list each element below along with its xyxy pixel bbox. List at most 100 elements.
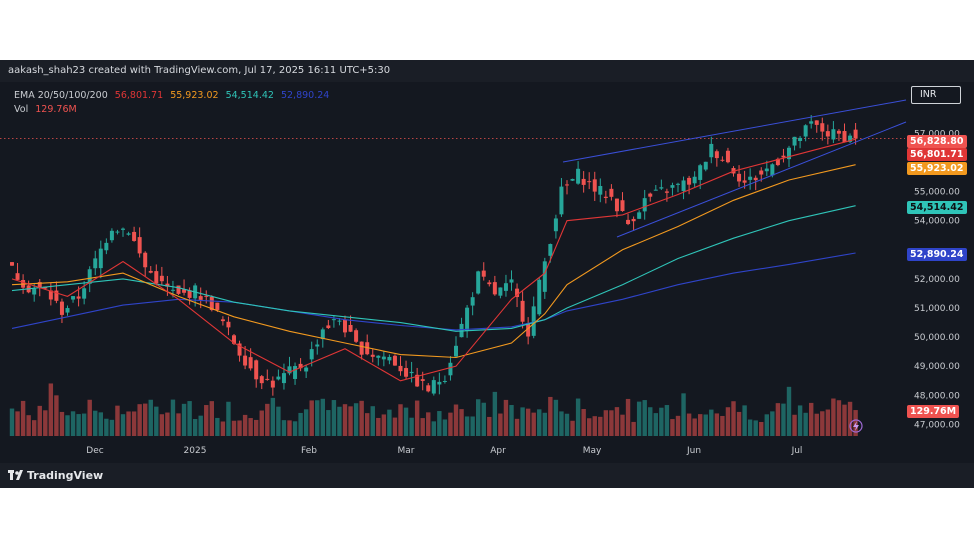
candle-body	[759, 170, 764, 175]
candle-body	[132, 231, 137, 241]
volume-bar	[226, 401, 231, 436]
candle-body	[198, 296, 203, 300]
candle-body	[370, 354, 375, 357]
volume-bar	[76, 414, 81, 436]
ema50-legend-value: 55,923.02	[170, 90, 219, 101]
candle-body	[842, 131, 847, 143]
candle-body	[293, 366, 298, 379]
candle-body	[692, 176, 697, 184]
candle-body	[454, 345, 458, 357]
candle-body	[121, 228, 125, 230]
candle-body	[254, 360, 259, 380]
candle-body	[548, 244, 553, 256]
candle-body	[809, 121, 814, 124]
volume-bar	[403, 407, 409, 436]
ema-legend[interactable]: EMA 20/50/100/200 56,801.71 55,923.02 54…	[14, 90, 329, 101]
volume-bar	[93, 410, 98, 436]
volume-bar	[381, 414, 387, 436]
volume-bar	[492, 391, 498, 436]
candle-body	[215, 302, 220, 310]
volume-bar	[292, 421, 298, 436]
ema50-badge: 55,923.02	[907, 162, 967, 175]
candle-body	[82, 288, 87, 299]
volume-bar	[725, 407, 731, 436]
volume-bar	[120, 414, 126, 436]
volume-bar	[803, 412, 808, 436]
candle-body	[10, 262, 14, 266]
volume-bar	[775, 403, 781, 436]
candle-body	[626, 219, 631, 225]
volume-legend[interactable]: Vol 129.76M	[14, 104, 77, 115]
candle-body	[259, 376, 264, 384]
candle-body	[687, 177, 692, 185]
candle-body	[698, 165, 703, 180]
ema200-line	[11, 252, 856, 331]
volume-bar	[370, 406, 375, 436]
volume-bar	[176, 413, 181, 436]
candle-body	[442, 380, 447, 382]
volume-bar	[625, 398, 631, 436]
volume-bar	[326, 410, 331, 436]
candle-body	[470, 297, 475, 306]
volume-bar	[781, 403, 786, 436]
volume-bar	[820, 411, 825, 436]
volume-bar	[376, 417, 381, 436]
volume-bar	[337, 406, 342, 436]
volume-bar	[620, 414, 625, 436]
volume-bar	[503, 399, 509, 436]
volume-bar	[575, 398, 581, 436]
volume-bar	[598, 416, 603, 436]
candle-body	[476, 271, 481, 294]
volume-bar	[581, 409, 586, 436]
volume-bar	[609, 410, 614, 436]
volume-bar	[437, 411, 442, 436]
ema20-line	[11, 138, 856, 382]
volume-bar	[209, 401, 214, 436]
candle-body	[159, 275, 164, 282]
price-badge: 56,828.80	[907, 135, 967, 148]
x-tick-label: Dec	[86, 446, 103, 456]
candle-body	[176, 285, 181, 294]
channel-lower-line	[616, 121, 907, 238]
y-tick-label: 52,000.00	[914, 275, 960, 285]
candle-body	[331, 319, 336, 321]
currency-selector[interactable]: INR	[911, 86, 961, 104]
candle-body	[631, 218, 636, 222]
candle-body	[343, 319, 347, 333]
candle-body	[392, 355, 397, 366]
volume-bar	[459, 409, 464, 436]
volume-bar	[242, 414, 248, 436]
volume-bar	[126, 411, 131, 436]
candle-body	[115, 231, 120, 233]
volume-bar	[159, 414, 165, 436]
candle-body	[792, 136, 797, 146]
x-tick-label: Mar	[398, 446, 415, 456]
ema20-legend-value: 56,801.71	[114, 90, 164, 101]
candle-body	[487, 282, 492, 285]
volume-bar	[281, 420, 287, 436]
volume-bar	[636, 401, 642, 436]
volume-bar	[198, 415, 203, 436]
volume-bar	[686, 413, 692, 436]
volume-bar	[548, 396, 553, 436]
candle-body	[520, 300, 525, 322]
volume-bar	[681, 393, 686, 436]
candle-body	[426, 385, 431, 392]
volume-bar	[115, 405, 120, 436]
candle-body	[642, 198, 647, 212]
candle-body	[326, 325, 331, 329]
volume-bar	[270, 397, 276, 436]
candle-body	[725, 150, 730, 163]
volume-bar	[98, 412, 103, 436]
candle-body	[93, 258, 98, 269]
price-chart[interactable]: 47,000.00 48,000.00 49,000.00 50,000.00 51,0…	[0, 60, 974, 488]
candle-body	[670, 185, 675, 188]
candle-body	[304, 367, 309, 372]
volume-bar	[154, 406, 159, 436]
candle-body	[65, 308, 70, 313]
volume-legend-value: 129.76M	[35, 104, 77, 115]
candle-body	[531, 306, 536, 336]
candle-body	[664, 191, 669, 193]
candle-body	[598, 186, 603, 195]
volume-bar	[342, 404, 348, 436]
